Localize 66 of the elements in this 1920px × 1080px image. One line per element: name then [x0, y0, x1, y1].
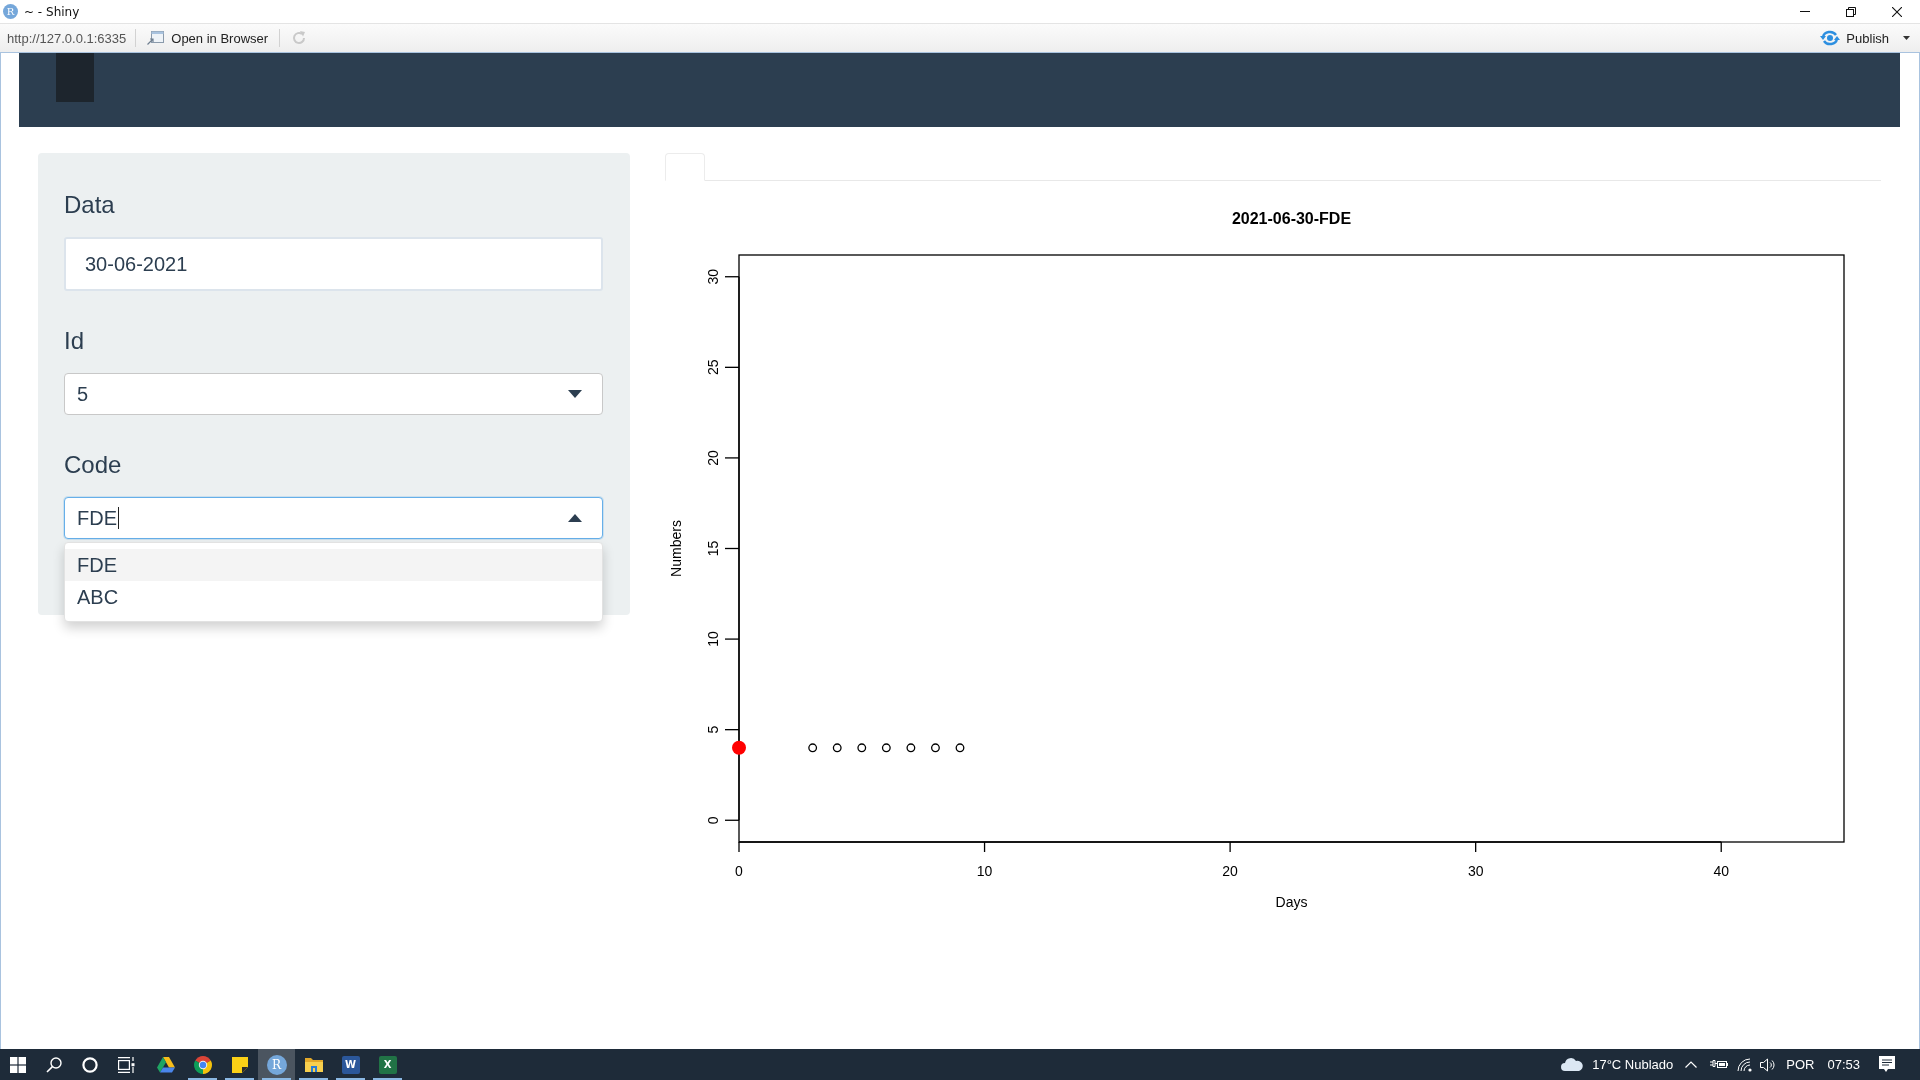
windows-logo-icon [10, 1056, 26, 1073]
show-hidden-icons-button[interactable] [1685, 1061, 1698, 1068]
minimize-icon [1800, 11, 1810, 12]
ring-icon [82, 1056, 98, 1073]
dropdown-option[interactable]: ABC [65, 581, 602, 613]
field-label: Id [64, 326, 84, 355]
cloud-icon [1561, 1058, 1584, 1071]
letter-circle-icon: R [266, 1054, 287, 1075]
circle-logo-icon [193, 1055, 212, 1074]
tick-label: 30 [1467, 863, 1484, 879]
date-input[interactable]: 30-06-2021 [64, 237, 603, 291]
folder-icon [304, 1056, 323, 1073]
caret-down-icon [568, 390, 582, 398]
open-in-browser-button[interactable]: Open in Browser [145, 27, 271, 49]
taskbar-button[interactable]: W [332, 1049, 369, 1080]
field-label: Code [64, 450, 122, 479]
axis-label: Numbers [668, 520, 684, 577]
dropdown-option[interactable]: FDE [65, 549, 602, 581]
tick-label: 5 [705, 725, 721, 734]
notifications-button[interactable] [1879, 1056, 1895, 1073]
window-arrow-icon [147, 31, 165, 45]
tick-label: 0 [705, 816, 721, 825]
caret-up-icon [568, 514, 582, 522]
refresh-icon [291, 30, 308, 46]
tick-label: 25 [705, 359, 721, 376]
select-field[interactable]: 5 [64, 373, 603, 415]
chevron-up-icon [1685, 1061, 1698, 1068]
restore-icon [1846, 6, 1856, 17]
publish-button[interactable]: Publish [1818, 27, 1912, 49]
weather-text: 17°C Nublado [1592, 1057, 1674, 1072]
volume-icon [1760, 1057, 1777, 1072]
message-icon [1879, 1056, 1895, 1073]
tick-label: 10 [705, 631, 721, 647]
triangle-logo-icon [156, 1056, 175, 1073]
caret-down-icon [1903, 36, 1910, 40]
tick-label: 20 [705, 450, 721, 466]
close-icon [1892, 6, 1902, 17]
circular-arrows-icon [1820, 30, 1841, 46]
select-field[interactable]: FDE [64, 497, 603, 539]
taskbar-button[interactable]: X [369, 1049, 406, 1080]
chart-title: 2021-06-30-FDE [1231, 210, 1352, 227]
window-title: ~ - Shiny [24, 4, 80, 19]
search-icon [46, 1056, 62, 1073]
axis-label: Days [1275, 894, 1308, 910]
text-cursor [118, 507, 119, 529]
tick-label: 10 [976, 863, 993, 879]
tick-label: 15 [705, 540, 721, 557]
spreadsheet-icon: X [378, 1055, 397, 1074]
url-text: http://127.0.0.1:6335 [6, 30, 127, 46]
language-indicator[interactable]: POR [1786, 1057, 1815, 1072]
field-label: Data [64, 190, 115, 219]
note-icon [231, 1056, 248, 1073]
tick-label: 20 [1222, 863, 1238, 879]
app-logo-icon: R [3, 4, 18, 19]
document-icon: W [341, 1055, 360, 1074]
tick-label: 40 [1713, 863, 1729, 879]
volume-button[interactable] [1760, 1057, 1777, 1072]
network-button[interactable] [1737, 1057, 1754, 1072]
power-button[interactable] [1710, 1059, 1729, 1070]
tick-label: 30 [705, 268, 721, 285]
clock-text[interactable]: 07:53 [1827, 1057, 1860, 1072]
task-view-icon [117, 1056, 135, 1073]
image-placeholder [56, 53, 94, 102]
tick-label: 0 [735, 863, 743, 879]
battery-plug-icon [1710, 1059, 1729, 1070]
wifi-icon [1737, 1057, 1754, 1072]
